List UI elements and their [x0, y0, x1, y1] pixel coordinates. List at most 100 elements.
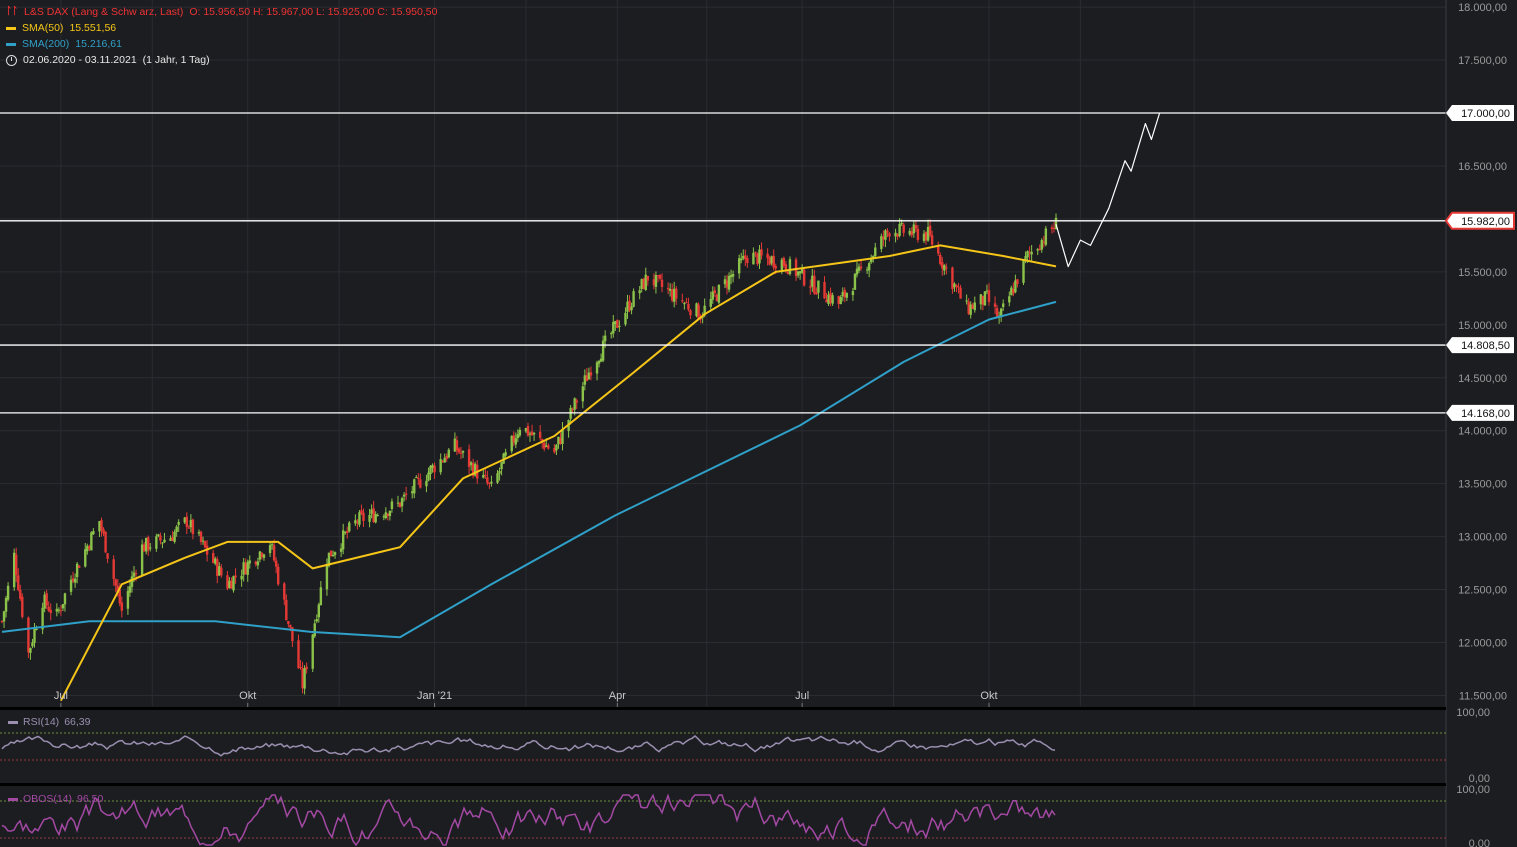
candle-body	[1016, 279, 1019, 285]
candle-body	[114, 579, 117, 586]
candle-body	[400, 498, 404, 507]
y-tick-label: 11.500,00	[1459, 690, 1507, 702]
candle-body	[17, 575, 20, 590]
x-tick-label: Jan '21	[417, 690, 452, 702]
candle-body	[362, 512, 365, 521]
candle-body	[283, 583, 286, 600]
candle-body	[987, 290, 991, 302]
sma-lines	[1, 112, 1161, 702]
candle-body	[713, 290, 717, 294]
candle-body	[274, 560, 278, 567]
y-tick-label: 18.000,00	[1458, 2, 1507, 14]
candle-body	[413, 479, 416, 494]
candle-body	[937, 246, 940, 254]
sma200-swatch-icon	[6, 42, 16, 46]
candle-body	[660, 279, 664, 287]
candle-body	[177, 522, 180, 525]
candle-body	[161, 542, 164, 544]
candles	[0, 213, 1058, 695]
candle-body	[760, 249, 763, 256]
instrument-title: L&S DAX (Lang & Schw arz, Last)	[24, 6, 184, 18]
candle-body	[128, 586, 132, 593]
candle-body	[689, 310, 692, 316]
chart-canvas[interactable]: 18.000,0017.500,0017.000,0016.500,0016.0…	[0, 0, 1517, 847]
price-level-label: 17.000,00	[1461, 108, 1510, 120]
y-tick-label: 17.500,00	[1458, 55, 1507, 67]
range-row[interactable]: 02.06.2020 - 03.11.2021 (1 Jahr, 1 Tag)	[6, 52, 437, 68]
chart-legend: ᛚᛚ L&S DAX (Lang & Schw arz, Last) O: 15…	[6, 4, 437, 68]
x-tick-label: Okt	[980, 690, 997, 702]
candle-body	[248, 560, 251, 564]
candle-body	[888, 233, 891, 237]
candle-body	[313, 623, 316, 637]
candle-body	[368, 514, 371, 522]
candle-body	[163, 539, 166, 543]
candle-body	[595, 362, 599, 374]
candle-body	[484, 474, 487, 476]
candle-body	[191, 519, 195, 535]
candle-body	[784, 264, 788, 271]
candle-body	[256, 561, 260, 566]
candle-body	[914, 225, 918, 229]
candle-body	[581, 386, 585, 402]
candle-body	[874, 247, 877, 257]
candle-body	[415, 477, 418, 479]
price-axis: 18.000,0017.500,0017.000,0016.500,0016.0…	[1444, 0, 1515, 847]
rsi-swatch-icon	[8, 720, 18, 724]
candle-body	[618, 325, 621, 327]
candle-body	[402, 494, 406, 497]
candle-body	[187, 527, 191, 529]
candle-body	[752, 252, 755, 265]
candle-body	[4, 597, 8, 612]
sma200-label: SMA(200)	[22, 38, 70, 50]
candle-body	[69, 579, 73, 592]
candle-body	[185, 516, 189, 527]
rsi-legend[interactable]: RSI(14) 66,39	[8, 716, 90, 728]
candle-body	[638, 290, 641, 294]
candle-body	[867, 263, 871, 271]
candle-body	[90, 532, 93, 551]
candle-body	[272, 545, 276, 561]
candle-body	[900, 223, 903, 225]
candle-body	[305, 666, 308, 670]
candle-body	[845, 293, 849, 298]
candle-body	[802, 269, 806, 286]
candle-body	[774, 265, 777, 269]
candle-body	[419, 479, 422, 488]
candle-body	[433, 465, 436, 473]
candle-body	[29, 648, 32, 653]
ohlc-values: O: 15.956,50 H: 15.967,00 L: 15.925,00 C…	[189, 6, 438, 18]
sma50-label: SMA(50)	[22, 22, 64, 34]
candle-body	[358, 512, 361, 525]
candle-body	[333, 552, 337, 556]
candle-body	[287, 621, 290, 625]
candle-body	[514, 438, 517, 445]
candle-body	[945, 267, 948, 269]
candle-body	[100, 520, 103, 530]
candle-body	[2, 611, 6, 622]
candle-body	[155, 536, 158, 549]
sma50-value: 15.551,56	[69, 22, 117, 34]
grid	[0, 0, 1446, 706]
candle-body	[965, 300, 968, 302]
candle-body	[240, 575, 243, 580]
candle-body	[325, 563, 329, 590]
candle-body	[173, 532, 176, 542]
candle-body	[675, 288, 678, 299]
candle-body	[902, 224, 905, 233]
candle-body	[603, 335, 607, 342]
obos-legend[interactable]: OBOS(14) 96,50	[8, 793, 103, 805]
candle-body	[538, 431, 542, 438]
candle-body	[341, 530, 345, 550]
projection-line	[1055, 112, 1161, 268]
candle-body	[504, 452, 507, 456]
candle-body	[49, 609, 52, 614]
candle-body	[930, 235, 934, 245]
indicator-panels: 100,000,00100,000,00	[0, 707, 1490, 847]
candle-body	[348, 522, 351, 532]
sma200-row[interactable]: SMA(200) 15.216,61	[6, 36, 437, 52]
sma50-row[interactable]: SMA(50) 15.551,56	[6, 20, 437, 36]
candle-body	[681, 300, 684, 302]
candle-body	[573, 398, 576, 410]
candle-body	[73, 578, 77, 583]
